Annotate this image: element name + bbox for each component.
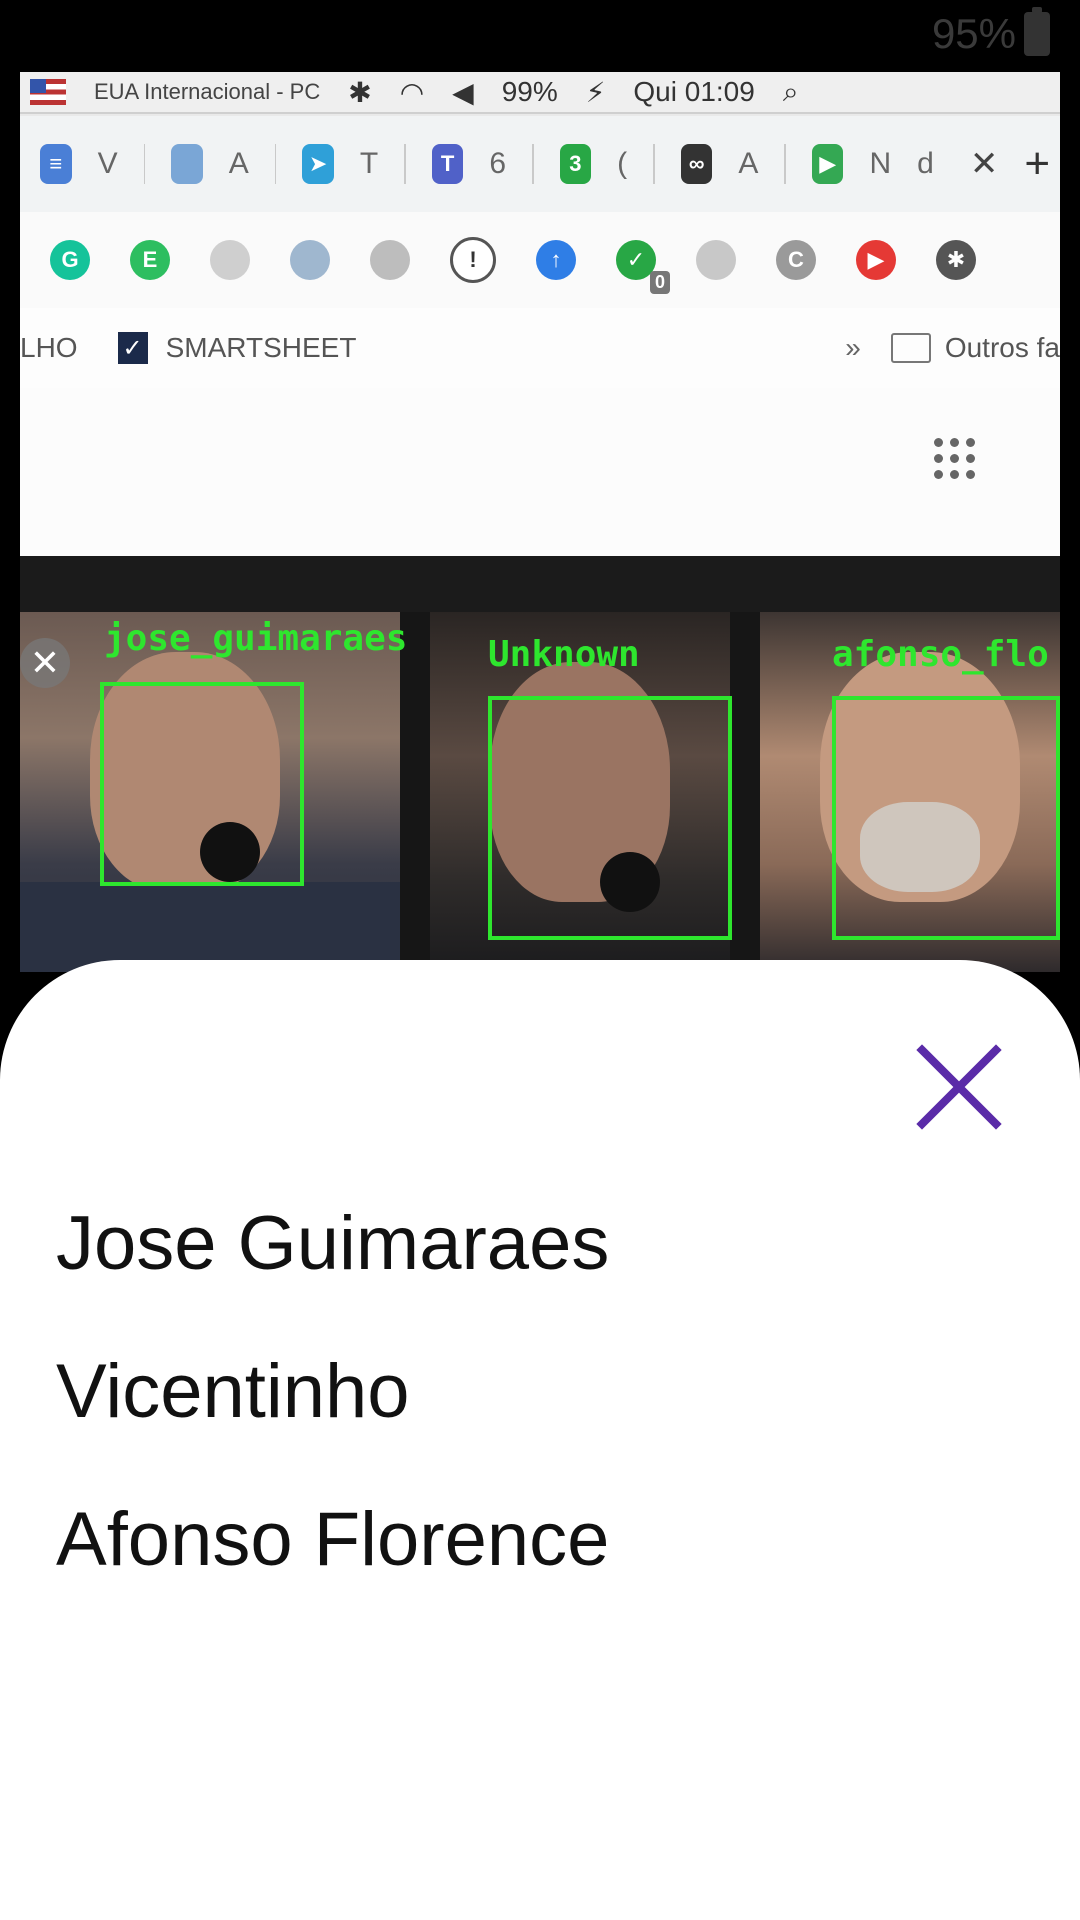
taskbar-clock: Qui 01:09 bbox=[633, 76, 755, 107]
battery-icon bbox=[1024, 7, 1050, 56]
puzzle-small-icon bbox=[696, 240, 736, 280]
browser-tabs: ≡ V A ➤ T T 6 3(∞ A ▶ Nd ✕ + bbox=[20, 116, 1060, 212]
tab-favicon-icon: ∞ bbox=[680, 144, 713, 184]
tab-title: ( bbox=[617, 147, 628, 180]
c-extension-icon: C bbox=[776, 240, 816, 280]
recognized-name[interactable]: Jose Guimaraes bbox=[56, 1170, 609, 1318]
extensions-toolbar: G E! ↑ ✓ 0 C ▶ ✱ bbox=[20, 212, 1060, 308]
bluetooth-icon: ✱ bbox=[348, 76, 372, 108]
tab-favicon-icon: ≡ bbox=[40, 144, 72, 184]
detection-label-3: afonso_flo bbox=[832, 634, 1049, 675]
detection-box-1 bbox=[100, 682, 304, 886]
detection-box-3 bbox=[832, 696, 1060, 940]
bookmark-other-folder: Outros fa bbox=[944, 332, 1060, 363]
smartsheet-icon: ✓ bbox=[117, 332, 148, 364]
results-bottom-sheet: Jose Guimaraes Vicentinho Afonso Florenc… bbox=[0, 960, 1080, 1920]
tab-separator bbox=[274, 144, 277, 184]
tab-favicon-icon: T bbox=[431, 144, 464, 184]
tab-favicon-icon: ➤ bbox=[302, 144, 334, 184]
document-icon bbox=[210, 240, 250, 280]
tab-title: A bbox=[228, 147, 249, 180]
camera-preview: EUA Internacional - PC ✱ ◠ ◀ 99% ⚡ Qui 0… bbox=[20, 72, 1060, 972]
status-bar: 95% bbox=[0, 0, 1080, 72]
recognized-names-list: Jose Guimaraes Vicentinho Afonso Florenc… bbox=[56, 1170, 609, 1614]
tab-title: 6 bbox=[489, 147, 507, 180]
apps-grid-icon bbox=[934, 438, 976, 480]
detection-label-1: jose_guimaraes bbox=[104, 618, 408, 659]
close-button[interactable] bbox=[916, 1044, 1002, 1130]
tab-close-icon: ✕ bbox=[969, 145, 999, 183]
tab-separator bbox=[653, 144, 655, 184]
arrow-up-icon: ↑ bbox=[536, 240, 576, 280]
tab-separator bbox=[404, 144, 406, 184]
bookmark-partial: LHO bbox=[20, 332, 78, 364]
detection-label-2: Unknown bbox=[488, 634, 640, 675]
taskbar-battery: 99% bbox=[501, 76, 558, 107]
search-icon: ⌕ bbox=[782, 75, 799, 107]
tab-title: V bbox=[97, 147, 118, 180]
detection-box-2 bbox=[488, 696, 732, 940]
owl-extension-icon bbox=[290, 240, 330, 280]
shield-check-icon: ✓ 0 bbox=[616, 240, 670, 294]
keyboard-layout-label: EUA Internacional - PC bbox=[94, 79, 321, 104]
volume-icon: ◀ bbox=[452, 76, 474, 108]
face-detection-photo: jose_guimaraes Unknown afonso_flo ✕ bbox=[20, 612, 1060, 972]
folder-icon bbox=[890, 333, 931, 363]
info-icon: ! bbox=[450, 237, 496, 283]
active-tab-title: d bbox=[917, 147, 934, 180]
tab-separator bbox=[532, 144, 534, 184]
extensions-puzzle-icon: ✱ bbox=[936, 240, 976, 280]
os-taskbar: EUA Internacional - PC ✱ ◠ ◀ 99% ⚡ Qui 0… bbox=[20, 72, 1060, 114]
tab-separator bbox=[143, 144, 146, 184]
battery-percent: 95% bbox=[931, 10, 1016, 57]
us-flag-icon bbox=[30, 79, 66, 105]
recognized-name[interactable]: Vicentinho bbox=[56, 1318, 609, 1466]
browser-page-area bbox=[20, 388, 1060, 556]
tab-title: N bbox=[869, 147, 892, 180]
charging-icon: ⚡ bbox=[585, 76, 606, 108]
face-1-suit bbox=[20, 882, 400, 972]
monitor-bezel bbox=[20, 556, 1060, 616]
tab-favicon-icon: 3 bbox=[559, 144, 592, 184]
tab-separator bbox=[784, 144, 786, 184]
bookmarks-overflow: » bbox=[845, 332, 861, 363]
close-icon bbox=[916, 1044, 1002, 1130]
bookmark-smartsheet: ✓ SMARTSHEET bbox=[117, 332, 357, 364]
tab-favicon-icon bbox=[171, 144, 203, 184]
extension-badge: 0 bbox=[649, 271, 670, 294]
new-tab-icon: + bbox=[1024, 139, 1051, 188]
tab-title: T bbox=[359, 147, 379, 180]
box-icon bbox=[370, 240, 410, 280]
dismiss-overlay-button[interactable]: ✕ bbox=[20, 638, 70, 688]
bookmarks-bar: LHO ✓ SMARTSHEET » Outros fa bbox=[20, 308, 1060, 388]
tab-favicon-icon: ▶ bbox=[811, 144, 844, 184]
battery-indicator: 95% bbox=[931, 7, 1050, 58]
wifi-icon: ◠ bbox=[399, 76, 425, 108]
recognized-name[interactable]: Afonso Florence bbox=[56, 1466, 609, 1614]
youtube-icon: ▶ bbox=[856, 240, 896, 280]
bookmark-partial-label: LHO bbox=[20, 332, 78, 363]
evernote-icon: E bbox=[130, 240, 170, 280]
bookmark-smartsheet-label: SMARTSHEET bbox=[165, 332, 357, 363]
tab-title: A bbox=[738, 147, 759, 180]
grammarly-icon: G bbox=[50, 240, 90, 280]
